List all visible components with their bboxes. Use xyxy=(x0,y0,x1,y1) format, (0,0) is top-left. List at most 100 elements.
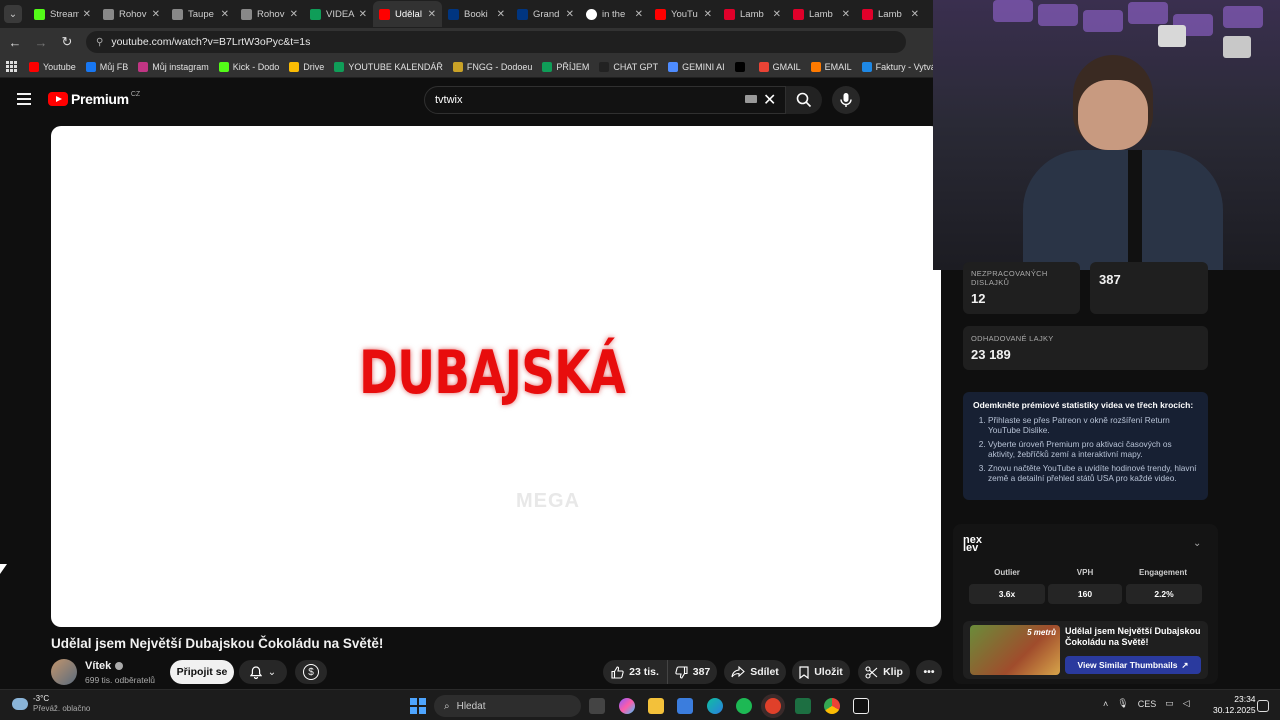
search-button[interactable] xyxy=(786,86,822,114)
estimated-likes-value: 23 189 xyxy=(971,347,1011,362)
close-tab-icon[interactable]: ✕ xyxy=(152,9,160,20)
clear-search-icon[interactable]: ✕ xyxy=(763,90,776,110)
unprocessed-dislikes-value: 12 xyxy=(971,291,986,306)
volume-icon[interactable]: ◁ xyxy=(1183,698,1190,709)
browser-tab[interactable]: Udělal ✕ xyxy=(373,1,442,27)
like-button[interactable]: 23 tis. xyxy=(603,660,667,684)
reload-icon[interactable]: ↻ xyxy=(56,31,78,53)
menu-icon[interactable] xyxy=(17,93,31,105)
microphone-icon[interactable]: 🎙 xyxy=(1117,698,1128,709)
close-tab-icon[interactable]: ✕ xyxy=(566,9,574,20)
taskbar-search-input[interactable]: ⌕ Hledat xyxy=(434,695,581,717)
view-similar-thumbnails-button[interactable]: View Similar Thumbnails ↗ xyxy=(1065,656,1201,674)
bookmark-item[interactable]: EMAIL xyxy=(810,61,852,72)
bookmark-item[interactable]: Youtube xyxy=(29,61,76,72)
epic-games-icon[interactable] xyxy=(853,698,869,714)
notifications-bell-icon[interactable] xyxy=(1257,700,1269,712)
browser-tab[interactable]: Rohov ✕ xyxy=(235,1,304,27)
browser-tab[interactable]: YouTu ✕ xyxy=(649,1,718,27)
apps-grid-icon[interactable] xyxy=(6,60,17,73)
clip-button[interactable]: Klip xyxy=(858,660,910,684)
close-tab-icon[interactable]: ✕ xyxy=(359,9,367,20)
excel-icon[interactable] xyxy=(795,698,811,714)
keyboard-icon[interactable] xyxy=(745,95,757,103)
browser-tab[interactable]: Lamb ✕ xyxy=(718,1,787,27)
close-tab-icon[interactable]: ✕ xyxy=(842,9,850,20)
spotify-icon[interactable] xyxy=(736,698,752,714)
bookmark-item[interactable]: FNGG - Dodoeu xyxy=(452,61,532,72)
file-explorer-icon[interactable] xyxy=(648,698,664,714)
bookmark-favicon-icon xyxy=(668,61,679,72)
copilot-icon[interactable] xyxy=(619,698,635,714)
dislike-button[interactable]: 387 xyxy=(667,660,717,684)
share-button[interactable]: Sdílet xyxy=(724,660,786,684)
bookmark-label: PŘÍJEM xyxy=(556,61,590,72)
site-settings-icon[interactable]: ⚲ xyxy=(96,37,103,48)
close-tab-icon[interactable]: ✕ xyxy=(290,9,298,20)
windows-taskbar: -3°C Převáž. oblačno ⌕ Hledat ˄ 🎙 CES ▭ … xyxy=(0,689,1280,720)
bookmark-item[interactable]: Můj FB xyxy=(85,61,128,72)
edge-icon[interactable] xyxy=(707,698,723,714)
chrome-icon[interactable] xyxy=(824,698,840,714)
channel-avatar[interactable] xyxy=(51,659,77,685)
network-icon[interactable]: ▭ xyxy=(1165,698,1174,709)
close-tab-icon[interactable]: ✕ xyxy=(911,9,919,20)
close-tab-icon[interactable]: ✕ xyxy=(497,9,505,20)
bookmark-item[interactable]: Kick - Dodo xyxy=(218,61,279,72)
chevron-up-icon[interactable]: ˄ xyxy=(1103,699,1108,709)
browser-tab[interactable]: VIDEA ✕ xyxy=(304,1,373,27)
browser-tab[interactable]: Lamb ✕ xyxy=(787,1,856,27)
collapse-chevron-icon[interactable]: ⌄ xyxy=(1193,538,1201,549)
clock[interactable]: 23:34 30.12.2025 xyxy=(1213,694,1256,716)
bookmark-item[interactable]: CHAT GPT xyxy=(599,61,658,72)
youtube-icon xyxy=(379,8,390,20)
notifications-button[interactable]: ⌄ xyxy=(239,660,287,684)
save-button[interactable]: Uložit xyxy=(792,660,850,684)
bookmark-item[interactable]: GMAIL xyxy=(758,61,801,72)
back-arrow-icon[interactable]: ← xyxy=(4,31,26,53)
browser-tab[interactable]: Lamb ✕ xyxy=(856,1,925,27)
video-player[interactable]: DUBAJSKÁ MEGA xyxy=(51,126,941,627)
weather-widget[interactable]: -3°C Převáž. oblačno xyxy=(12,694,90,714)
close-tab-icon[interactable]: ✕ xyxy=(773,9,781,20)
browser-tab[interactable]: Rohov ✕ xyxy=(97,1,166,27)
voice-search-button[interactable] xyxy=(832,86,860,114)
bookmark-item[interactable]: PŘÍJEM xyxy=(542,61,590,72)
bookmark-item[interactable]: GEMINI AI xyxy=(668,61,725,72)
close-tab-icon[interactable]: ✕ xyxy=(428,9,436,20)
youtube-premium-logo[interactable]: Premium CZ xyxy=(48,91,140,107)
video-thumbnail[interactable]: 5 metrů xyxy=(970,625,1060,675)
browser-tab[interactable]: Stream ✕ xyxy=(28,1,97,27)
url-input[interactable]: ⚲ youtube.com/watch?v=B7LrtW3oPyc&t=1s xyxy=(86,31,906,53)
premium-step: Vyberte úroveň Premium pro aktivaci časo… xyxy=(988,439,1198,459)
windows-start-icon[interactable] xyxy=(410,698,426,714)
close-tab-icon[interactable]: ✕ xyxy=(221,9,229,20)
obs-icon[interactable] xyxy=(765,698,781,714)
join-button[interactable]: Připojit se xyxy=(170,660,234,684)
close-tab-icon[interactable]: ✕ xyxy=(635,9,643,20)
browser-tab[interactable]: Grand ✕ xyxy=(511,1,580,27)
more-actions-button[interactable]: ••• xyxy=(916,660,942,684)
like-count: 23 tis. xyxy=(629,666,659,678)
language-indicator[interactable]: CES xyxy=(1138,699,1157,709)
bookmark-item[interactable]: Můj instagram xyxy=(138,61,209,72)
metric-value-engagement: 2.2% xyxy=(1126,584,1202,604)
channel-name-row[interactable]: Vítek xyxy=(85,660,124,672)
forward-arrow-icon[interactable]: → xyxy=(30,31,52,53)
thanks-button[interactable]: $ xyxy=(295,660,327,684)
browser-tab[interactable]: Taupe ✕ xyxy=(166,1,235,27)
browser-tab[interactable]: in the ✕ xyxy=(580,1,649,27)
bookmark-favicon-icon xyxy=(218,61,229,72)
wall-light-panel xyxy=(1083,10,1123,32)
tab-search-icon[interactable]: ⌄ xyxy=(4,5,22,23)
outlook-icon[interactable] xyxy=(677,698,693,714)
search-input[interactable]: tvtwix xyxy=(424,86,786,114)
bookmark-item[interactable]: YOUTUBE KALENDÁŘ xyxy=(334,61,443,72)
close-tab-icon[interactable]: ✕ xyxy=(704,9,712,20)
bookmark-item[interactable] xyxy=(734,61,749,72)
browser-tab[interactable]: Booki ✕ xyxy=(442,1,511,27)
logo-text: Premium xyxy=(71,91,129,107)
close-tab-icon[interactable]: ✕ xyxy=(83,9,91,20)
task-view-icon[interactable] xyxy=(589,698,605,714)
bookmark-item[interactable]: Drive xyxy=(289,61,324,72)
